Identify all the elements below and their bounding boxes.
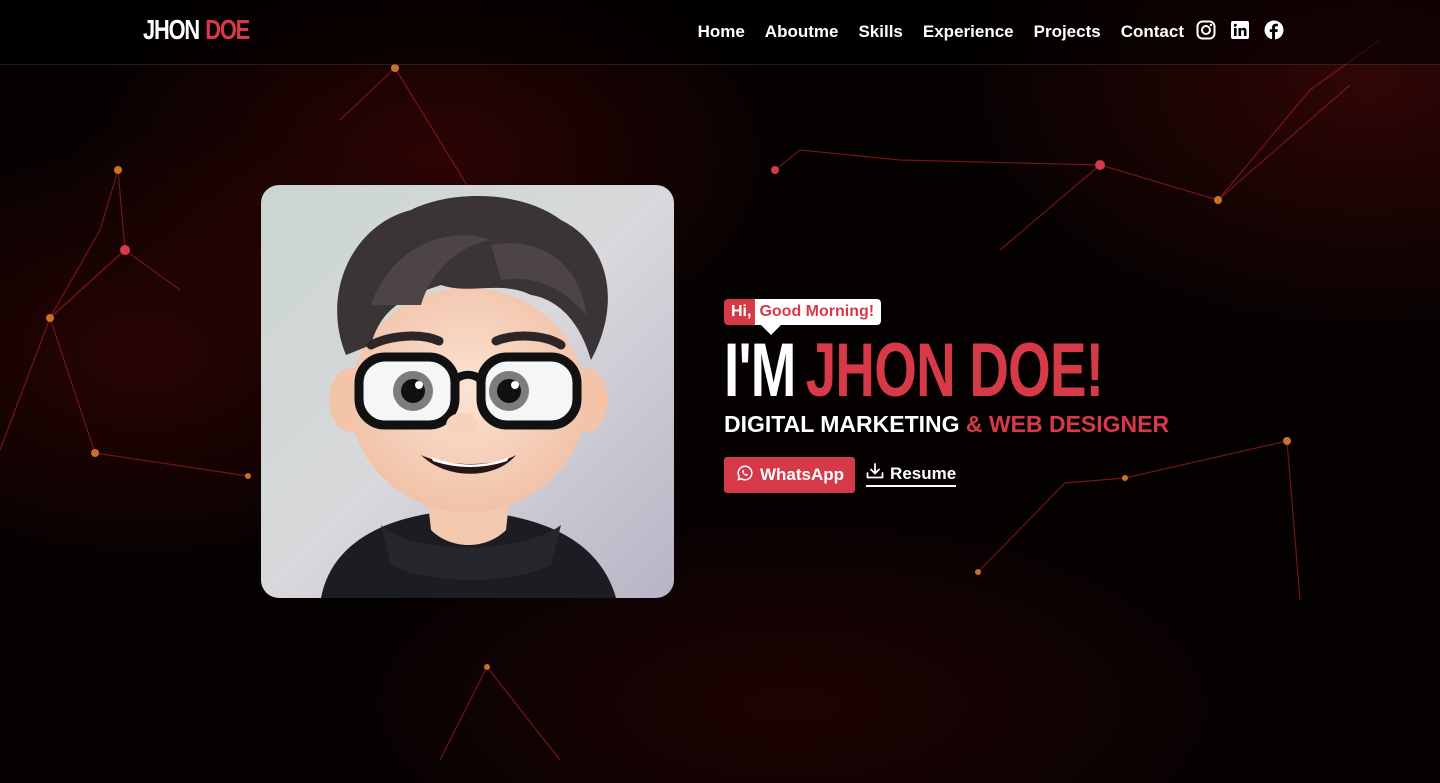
hero-intro: Hi, Good Morning! I'M JHON DOE! DIGITAL MA… [724,299,1251,493]
linkedin-icon[interactable] [1230,20,1250,40]
resume-download-link[interactable]: Resume [866,463,957,487]
site-header: JHON DOE Home Aboutme Skills Experience P… [0,0,1440,65]
greeting-message: Good Morning! [755,299,882,325]
main-nav: Home Aboutme Skills Experience Projects … [698,22,1184,42]
whatsapp-button[interactable]: WhatsApp [724,457,856,493]
nav-skills[interactable]: Skills [858,22,902,42]
subtitle-second: & WEB DESIGNER [965,411,1170,437]
facebook-icon[interactable] [1264,20,1284,40]
hero-subtitle: DIGITAL MARKETING & WEB DESIGNER [724,411,1251,438]
nav-home[interactable]: Home [698,22,745,42]
site-logo[interactable]: JHON DOE [143,14,250,46]
resume-label: Resume [890,463,957,483]
logo-first: JHON [143,14,200,45]
logo-second: DOE [205,14,250,45]
greeting-bubble: Hi, Good Morning! [724,299,1251,335]
hero-title: I'M JHON DOE! [724,333,1104,409]
social-links [1196,20,1284,40]
title-prefix: I'M [724,328,796,413]
profile-avatar-image [261,185,674,598]
nav-aboutme[interactable]: Aboutme [765,22,839,42]
whatsapp-icon [737,464,753,486]
nav-experience[interactable]: Experience [923,22,1014,42]
nav-projects[interactable]: Projects [1034,22,1101,42]
greeting-hi: Hi, [724,299,756,325]
instagram-icon[interactable] [1196,20,1216,40]
subtitle-first: DIGITAL MARKETING [724,411,960,437]
hero-actions: WhatsApp Resume [724,457,1251,493]
nav-contact[interactable]: Contact [1121,22,1184,42]
title-name: JHON DOE! [805,328,1104,413]
whatsapp-label: WhatsApp [760,465,845,484]
download-icon [866,463,884,484]
